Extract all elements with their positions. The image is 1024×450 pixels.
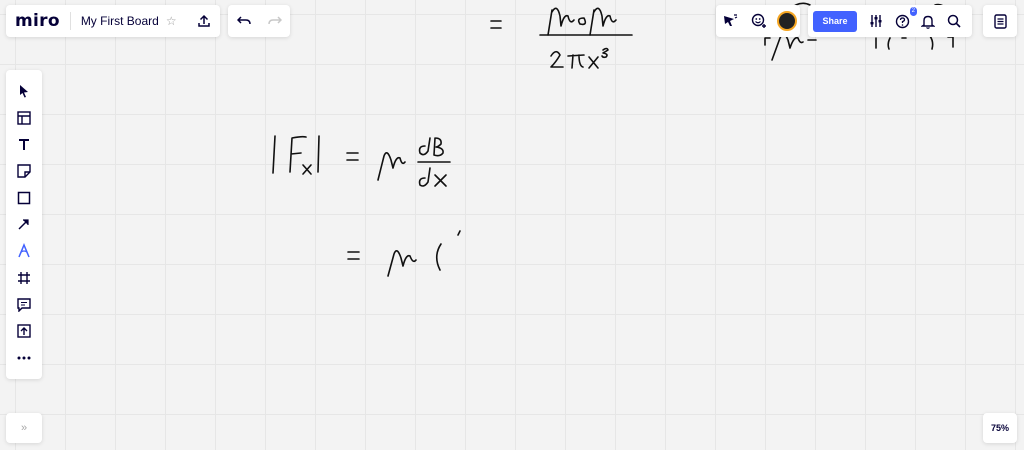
board-menu-panel	[983, 5, 1017, 37]
settings-sliders-icon[interactable]	[865, 10, 887, 32]
reactions-cursor-icon[interactable]	[719, 10, 741, 32]
header-divider	[69, 12, 71, 30]
board-menu-icon[interactable]	[989, 10, 1011, 32]
left-toolbar	[6, 70, 42, 379]
avatar[interactable]	[776, 11, 797, 31]
sticky-note-icon[interactable]	[11, 158, 37, 184]
board-header: miro My First Board ☆	[6, 5, 220, 37]
text-icon[interactable]	[11, 131, 37, 157]
bell-icon[interactable]	[917, 10, 939, 32]
cursor-arrow-icon[interactable]	[11, 78, 37, 104]
comment-icon[interactable]	[11, 292, 37, 318]
chevron-double-right-icon: »	[20, 422, 28, 434]
expand-panel-button[interactable]: »	[6, 413, 42, 443]
help-icon[interactable]: 2	[891, 7, 917, 32]
search-icon[interactable]	[943, 10, 965, 32]
collaboration-tools	[716, 5, 800, 37]
share-button[interactable]: Share	[813, 10, 857, 32]
miro-logo[interactable]: miro	[15, 11, 60, 31]
share-panel: Share 2	[808, 5, 972, 37]
undo-redo-panel	[228, 5, 290, 37]
pen-icon[interactable]	[11, 238, 37, 264]
zoom-level[interactable]: 75%	[983, 413, 1017, 443]
star-icon[interactable]: ☆	[166, 14, 177, 28]
help-badge: 2	[909, 7, 917, 16]
add-collaborator-icon[interactable]	[748, 10, 770, 32]
board-title[interactable]: My First Board	[81, 14, 159, 28]
template-icon[interactable]	[11, 105, 37, 131]
zoom-level-label: 75%	[990, 423, 1009, 433]
ink-stroke-group-force-equation	[272, 135, 451, 187]
upload-icon[interactable]	[193, 10, 215, 32]
ink-stroke-group-continued-equation	[347, 230, 461, 277]
redo-icon[interactable]	[264, 10, 286, 32]
board-canvas[interactable]	[0, 0, 1024, 450]
undo-icon[interactable]	[233, 10, 255, 32]
more-icon[interactable]	[11, 345, 37, 371]
square-icon[interactable]	[11, 185, 37, 211]
frame-icon[interactable]	[11, 265, 37, 291]
ink-stroke-group-top-equation	[490, 7, 633, 69]
upload-icon[interactable]	[11, 318, 37, 344]
arrow-icon[interactable]	[11, 211, 37, 237]
